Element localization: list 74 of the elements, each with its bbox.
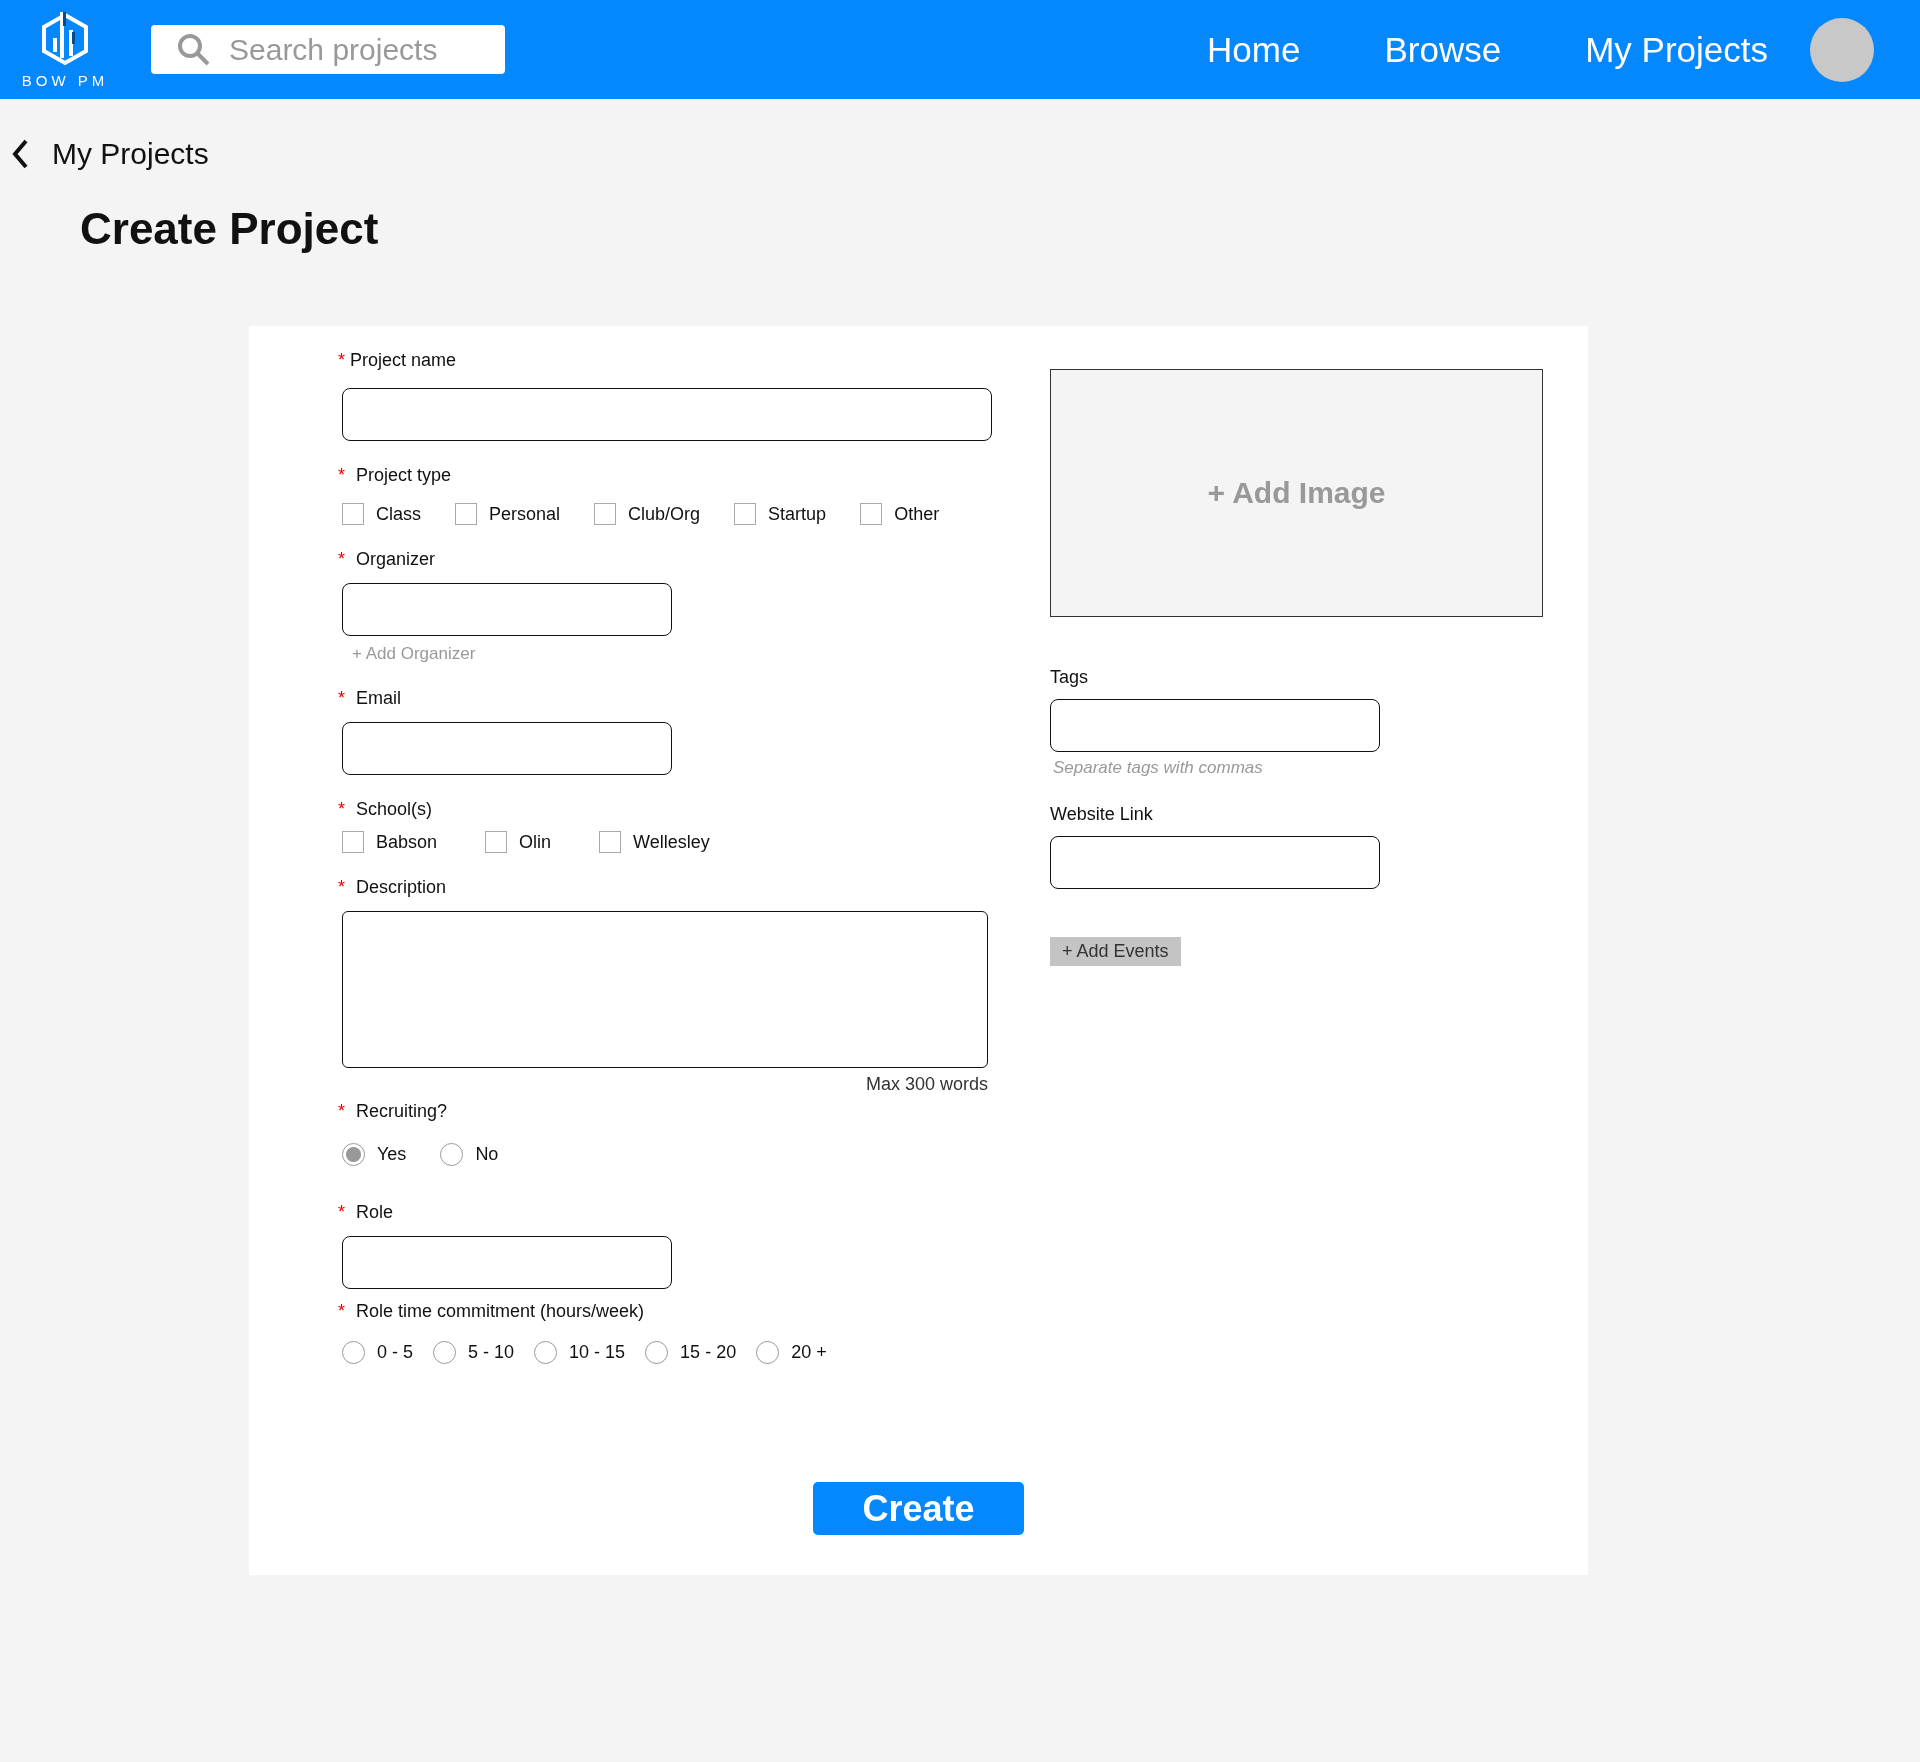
add-organizer-link[interactable]: + Add Organizer (352, 644, 992, 664)
field-label: School(s) (356, 798, 433, 820)
required-mark: * (338, 464, 346, 486)
create-button[interactable]: Create (813, 1482, 1024, 1535)
website-field[interactable] (1050, 836, 1380, 889)
field-label: Tags (1050, 667, 1090, 688)
image-upload-area[interactable]: + Add Image (1050, 369, 1543, 617)
radio-label: 5 - 10 (468, 1342, 515, 1363)
radio-label: 10 - 15 (569, 1342, 626, 1363)
tags-hint: Separate tags with commas (1053, 758, 1264, 778)
checkbox[interactable] (485, 831, 508, 853)
description-field[interactable] (342, 911, 988, 1068)
add-image-text[interactable]: + Add Image (1207, 476, 1386, 510)
checkbox[interactable] (342, 831, 364, 853)
checkbox-label: Class (376, 503, 421, 525)
radio-button[interactable] (534, 1341, 558, 1364)
checkbox[interactable] (455, 503, 477, 525)
field-label: Role time commitment (hours/week) (356, 1300, 645, 1322)
required-mark: * (338, 876, 346, 898)
radio-button[interactable] (756, 1341, 780, 1364)
field-label: Project name (350, 349, 457, 371)
radio-label: 15 - 20 (680, 1342, 737, 1363)
checkbox-label: Babson (376, 831, 438, 853)
radio-button[interactable] (342, 1341, 365, 1364)
nav-link[interactable]: Home (1207, 29, 1301, 70)
word-limit-note: Max 300 words (864, 1074, 988, 1095)
radio-button[interactable] (440, 1143, 464, 1166)
required-mark: * (338, 1201, 346, 1223)
field-label: Recruiting? (356, 1100, 448, 1122)
logo-text: BOW PM (21, 72, 109, 89)
checkbox-label: Personal (489, 503, 561, 525)
checkbox-label: Other (894, 503, 940, 525)
required-mark: * (338, 687, 346, 709)
radio-button[interactable] (342, 1143, 365, 1166)
search-icon (177, 32, 211, 67)
radio-label: 20 + (791, 1342, 827, 1363)
checkbox-label: Startup (768, 503, 827, 525)
field-label: Organizer (356, 548, 436, 570)
back-link[interactable]: My Projects (10, 137, 209, 171)
radio-label: Yes (377, 1144, 407, 1165)
text-field[interactable] (342, 583, 672, 636)
checkbox-label: Wellesley (633, 831, 710, 853)
required-mark: * (338, 548, 346, 570)
radio-button[interactable] (645, 1341, 669, 1364)
required-mark: * (338, 798, 346, 820)
text-field[interactable] (342, 1236, 672, 1289)
checkbox[interactable] (594, 503, 617, 525)
logo-icon (39, 10, 91, 66)
checkbox[interactable] (599, 831, 622, 853)
required-mark: * (338, 1100, 346, 1122)
checkbox[interactable] (860, 503, 883, 525)
search-field[interactable]: Search projects (151, 25, 505, 74)
radio-button[interactable] (433, 1341, 457, 1364)
text-field[interactable] (342, 722, 672, 775)
nav-link[interactable]: Browse (1384, 29, 1502, 70)
required-mark: * (338, 349, 346, 371)
field-label: Role (356, 1201, 394, 1223)
required-mark: * (338, 1300, 346, 1322)
radio-label: No (475, 1144, 499, 1165)
page-title: Create Project (80, 204, 380, 254)
radio-label: 0 - 5 (377, 1342, 414, 1363)
checkbox-label: Club/Org (628, 503, 701, 525)
field-label: Description (356, 876, 447, 898)
field-label: Website Link (1050, 804, 1154, 825)
nav-link[interactable]: My Projects (1585, 29, 1768, 70)
add-events-button[interactable]: + Add Events (1050, 937, 1181, 966)
checkbox[interactable] (342, 503, 364, 525)
checkbox[interactable] (734, 503, 757, 525)
field-label: Project type (356, 464, 452, 486)
tags-field[interactable] (1050, 699, 1380, 752)
field-label: Email (356, 687, 401, 709)
chevron-left-icon (10, 138, 30, 170)
text-field[interactable] (342, 388, 992, 441)
checkbox-label: Olin (519, 831, 552, 853)
